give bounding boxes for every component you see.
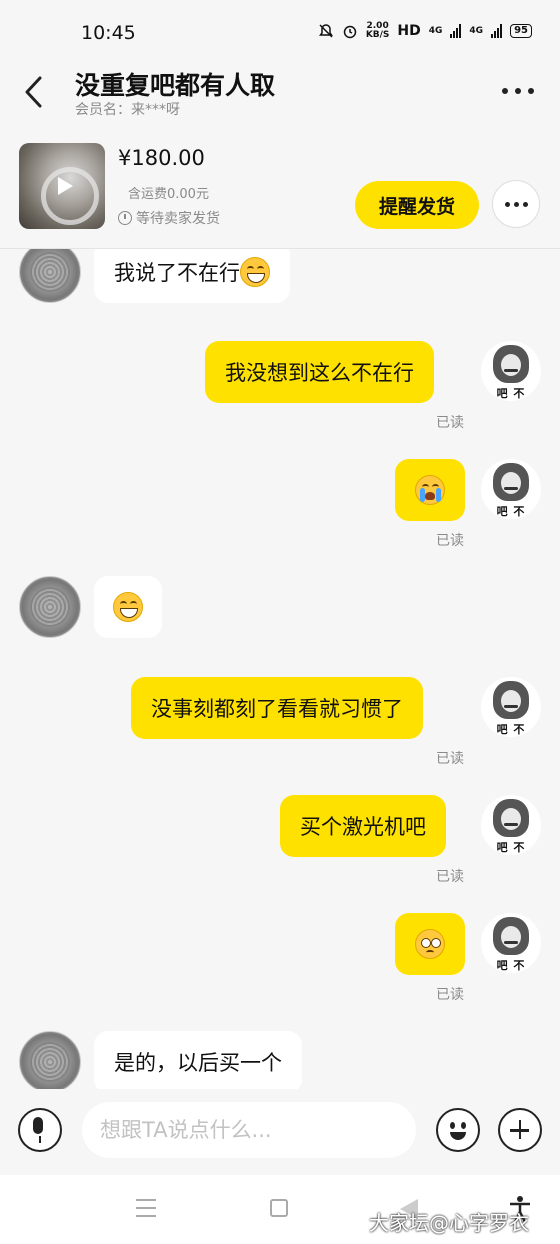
play-icon [58,177,73,195]
page-title: 没重复吧都有人取 [75,71,276,100]
shipping-fee: 含运费0.00元 [128,187,209,202]
message-input[interactable] [82,1102,416,1158]
member-name: 会员名：来***呀 [75,102,180,118]
product-price: ¥180.00 [118,146,205,170]
read-receipt: 已读 [436,415,464,431]
nav-recents-button[interactable] [136,1199,156,1217]
more-options-button[interactable] [502,84,538,98]
remind-ship-button[interactable]: 提醒发货 [355,181,479,229]
status-time: 10:45 [81,22,136,44]
my-avatar[interactable]: 吧 不 [481,677,541,737]
message-bubble[interactable]: 我说了不在行 [94,249,290,303]
order-status-text: 等待卖家发货 [136,211,220,227]
mute-bell-icon [318,24,333,38]
signal-icon [450,24,462,38]
nav-home-button[interactable] [270,1199,288,1217]
chat-messages[interactable]: 我说了不在行 我没想到这么不在行 吧 不 已读 吧 不 已读 没事刻都刻了看看就… [0,249,560,1089]
read-receipt: 已读 [436,751,464,767]
seller-avatar[interactable] [19,1031,81,1089]
hd-indicator: HD [397,23,421,39]
network-type-2: 4G [469,26,484,36]
dot-icon [502,88,508,94]
grin-emoji-icon [240,257,270,287]
product-more-button[interactable] [492,180,540,228]
status-icons: 2.00 KB/S HD 4G 4G 95 [318,22,532,40]
dot-icon [528,88,534,94]
read-receipt: 已读 [436,987,464,1003]
clock-icon [118,211,132,225]
message-bubble[interactable]: 买个激光机吧 [280,795,446,857]
dot-icon [513,201,519,207]
watermark: 大家坛@心字罗衣 [369,1211,529,1235]
chevron-left-icon [25,76,42,108]
read-receipt: 已读 [436,533,464,549]
order-status: 等待卖家发货 [118,208,220,228]
network-type-1: 4G [428,26,443,36]
message-bubble[interactable]: 我没想到这么不在行 [205,341,434,403]
seller-avatar[interactable] [19,249,81,303]
input-bar [0,1089,560,1175]
chat-header: 没重复吧都有人取 会员名：来***呀 [0,62,560,122]
status-bar: 10:45 2.00 KB/S HD 4G 4G 95 [0,0,560,62]
pleading-emoji-icon [415,929,445,959]
signal-icon [491,24,503,38]
crying-emoji-icon [415,475,445,505]
dot-icon [515,88,521,94]
grin-emoji-icon [113,592,143,622]
alarm-icon [343,25,357,39]
battery-icon: 95 [510,24,532,38]
emoji-button[interactable] [436,1108,480,1152]
message-bubble[interactable]: 没事刻都刻了看看就习惯了 [131,677,423,739]
message-bubble[interactable]: 是的，以后买一个 [94,1031,302,1089]
dot-icon [522,201,528,207]
voice-input-button[interactable] [18,1108,62,1152]
product-card: ¥180.00 含运费0.00元 等待卖家发货 提醒发货 [0,130,560,249]
message-bubble[interactable] [94,576,162,638]
network-speed: 2.00 KB/S [365,21,390,40]
my-avatar[interactable]: 吧 不 [481,459,541,519]
my-avatar[interactable]: 吧 不 [481,913,541,973]
message-bubble[interactable] [395,913,465,975]
my-avatar[interactable]: 吧 不 [481,795,541,855]
message-bubble[interactable] [395,459,465,521]
add-attachment-button[interactable] [498,1108,542,1152]
seller-avatar[interactable] [19,576,81,638]
product-thumbnail[interactable] [19,143,105,229]
dot-icon [504,201,510,207]
back-button[interactable] [20,74,50,110]
my-avatar[interactable]: 吧 不 [481,341,541,401]
read-receipt: 已读 [436,869,464,885]
